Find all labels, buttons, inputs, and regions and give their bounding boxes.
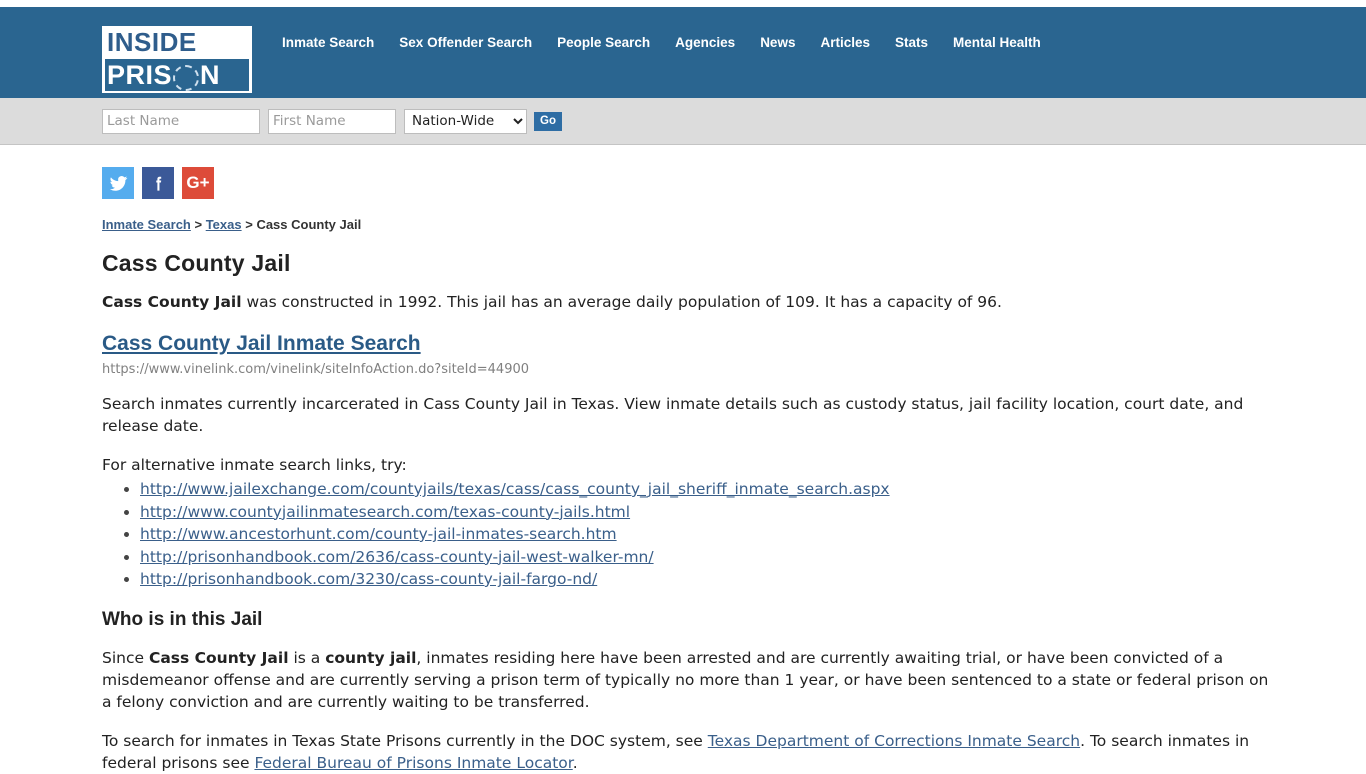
inmate-search-url: https://www.vinelink.com/vinelink/siteIn… bbox=[102, 362, 530, 377]
twitter-icon[interactable] bbox=[102, 167, 134, 199]
breadcrumb-current: Cass County Jail bbox=[256, 217, 362, 232]
search-description: Search inmates currently incarcerated in… bbox=[102, 395, 1244, 435]
nav-item-agencies[interactable]: Agencies bbox=[675, 35, 735, 50]
page-content: G+ Inmate Search > Texas > Cass County J… bbox=[0, 145, 1366, 774]
who-jail-type: county jail bbox=[325, 648, 417, 667]
doc-search-paragraph: To search for inmates in Texas State Pri… bbox=[102, 730, 1270, 774]
alternative-links-intro: For alternative inmate search links, try… bbox=[102, 456, 407, 474]
who-text-a: Since bbox=[102, 648, 149, 667]
doc-text-c: . bbox=[572, 753, 578, 772]
top-white-strip bbox=[0, 0, 1366, 7]
intro-rest: was constructed in 1992. This jail has a… bbox=[241, 293, 1002, 311]
intro-paragraph: Cass County Jail was constructed in 1992… bbox=[102, 291, 1270, 313]
who-jail-name: Cass County Jail bbox=[148, 648, 289, 667]
nav-item-news[interactable]: News bbox=[760, 35, 795, 50]
quick-search-bar: Nation-Wide Go bbox=[0, 98, 1366, 145]
barbed-wire-circle-icon bbox=[173, 65, 200, 91]
nav-item-people-search[interactable]: People Search bbox=[557, 35, 650, 50]
list-item: http://prisonhandbook.com/2636/cass-coun… bbox=[140, 546, 1280, 569]
inmate-search-link[interactable]: Cass County Jail Inmate Search bbox=[102, 332, 421, 355]
intro-jail-name: Cass County Jail bbox=[102, 293, 242, 311]
texas-doc-inmate-search-link[interactable]: Texas Department of Corrections Inmate S… bbox=[708, 732, 1080, 750]
alt-link-countyjailinmatesearch[interactable]: http://www.countyjailinmatesearch.com/te… bbox=[140, 503, 630, 521]
who-text-c: is a bbox=[288, 648, 326, 667]
first-name-input[interactable] bbox=[268, 108, 396, 134]
social-share-bar: G+ bbox=[102, 167, 1280, 199]
nav-item-sex-offender-search[interactable]: Sex Offender Search bbox=[399, 35, 532, 50]
search-scope-select[interactable]: Nation-Wide bbox=[404, 108, 527, 134]
facebook-icon[interactable] bbox=[142, 167, 174, 199]
main-navigation: Inmate Search Sex Offender Search People… bbox=[282, 35, 1041, 50]
breadcrumb: Inmate Search > Texas > Cass County Jail bbox=[102, 217, 1280, 232]
who-is-in-this-jail-paragraph: Since Cass County Jail is a county jail,… bbox=[102, 647, 1270, 713]
page-title: Cass County Jail bbox=[102, 250, 291, 276]
last-name-input[interactable] bbox=[102, 108, 260, 134]
alternative-links-list: http://www.jailexchange.com/countyjails/… bbox=[102, 478, 1280, 591]
logo-text-pris: PRIS bbox=[107, 59, 173, 90]
search-go-button[interactable]: Go bbox=[534, 111, 562, 131]
list-item: http://www.ancestorhunt.com/county-jail-… bbox=[140, 523, 1280, 546]
breadcrumb-separator-1: > bbox=[190, 217, 206, 232]
logo-line-prison: PRIS N bbox=[105, 59, 249, 91]
nav-item-mental-health[interactable]: Mental Health bbox=[953, 35, 1041, 50]
nav-item-articles[interactable]: Articles bbox=[820, 35, 870, 50]
nav-item-inmate-search[interactable]: Inmate Search bbox=[282, 35, 374, 50]
alt-link-ancestorhunt[interactable]: http://www.ancestorhunt.com/county-jail-… bbox=[140, 525, 617, 543]
site-header: INSIDE PRIS N Inmate Search Sex Offender… bbox=[0, 7, 1366, 98]
breadcrumb-link-inmate-search[interactable]: Inmate Search bbox=[102, 217, 191, 232]
google-plus-icon[interactable]: G+ bbox=[182, 167, 214, 199]
nav-item-stats[interactable]: Stats bbox=[895, 35, 928, 50]
site-logo[interactable]: INSIDE PRIS N bbox=[102, 26, 252, 93]
list-item: http://prisonhandbook.com/3230/cass-coun… bbox=[140, 568, 1280, 591]
logo-line-inside: INSIDE bbox=[102, 26, 252, 58]
inmate-search-heading: Cass County Jail Inmate Search bbox=[102, 330, 1280, 356]
who-is-in-this-jail-heading: Who is in this Jail bbox=[102, 608, 263, 630]
list-item: http://www.countyjailinmatesearch.com/te… bbox=[140, 501, 1280, 524]
list-item: http://www.jailexchange.com/countyjails/… bbox=[140, 478, 1280, 501]
breadcrumb-link-texas[interactable]: Texas bbox=[206, 217, 242, 232]
doc-text-a: To search for inmates in Texas State Pri… bbox=[102, 731, 708, 750]
google-plus-glyph: G+ bbox=[186, 173, 210, 192]
logo-text-n: N bbox=[200, 59, 221, 90]
logo-text-inside: INSIDE bbox=[107, 27, 197, 57]
alt-link-prisonhandbook-2636[interactable]: http://prisonhandbook.com/2636/cass-coun… bbox=[140, 548, 654, 566]
alt-link-jailexchange[interactable]: http://www.jailexchange.com/countyjails/… bbox=[140, 480, 890, 498]
alt-link-prisonhandbook-3230[interactable]: http://prisonhandbook.com/3230/cass-coun… bbox=[140, 570, 597, 588]
federal-bop-inmate-locator-link[interactable]: Federal Bureau of Prisons Inmate Locator bbox=[254, 754, 572, 772]
breadcrumb-separator-2: > bbox=[241, 217, 257, 232]
